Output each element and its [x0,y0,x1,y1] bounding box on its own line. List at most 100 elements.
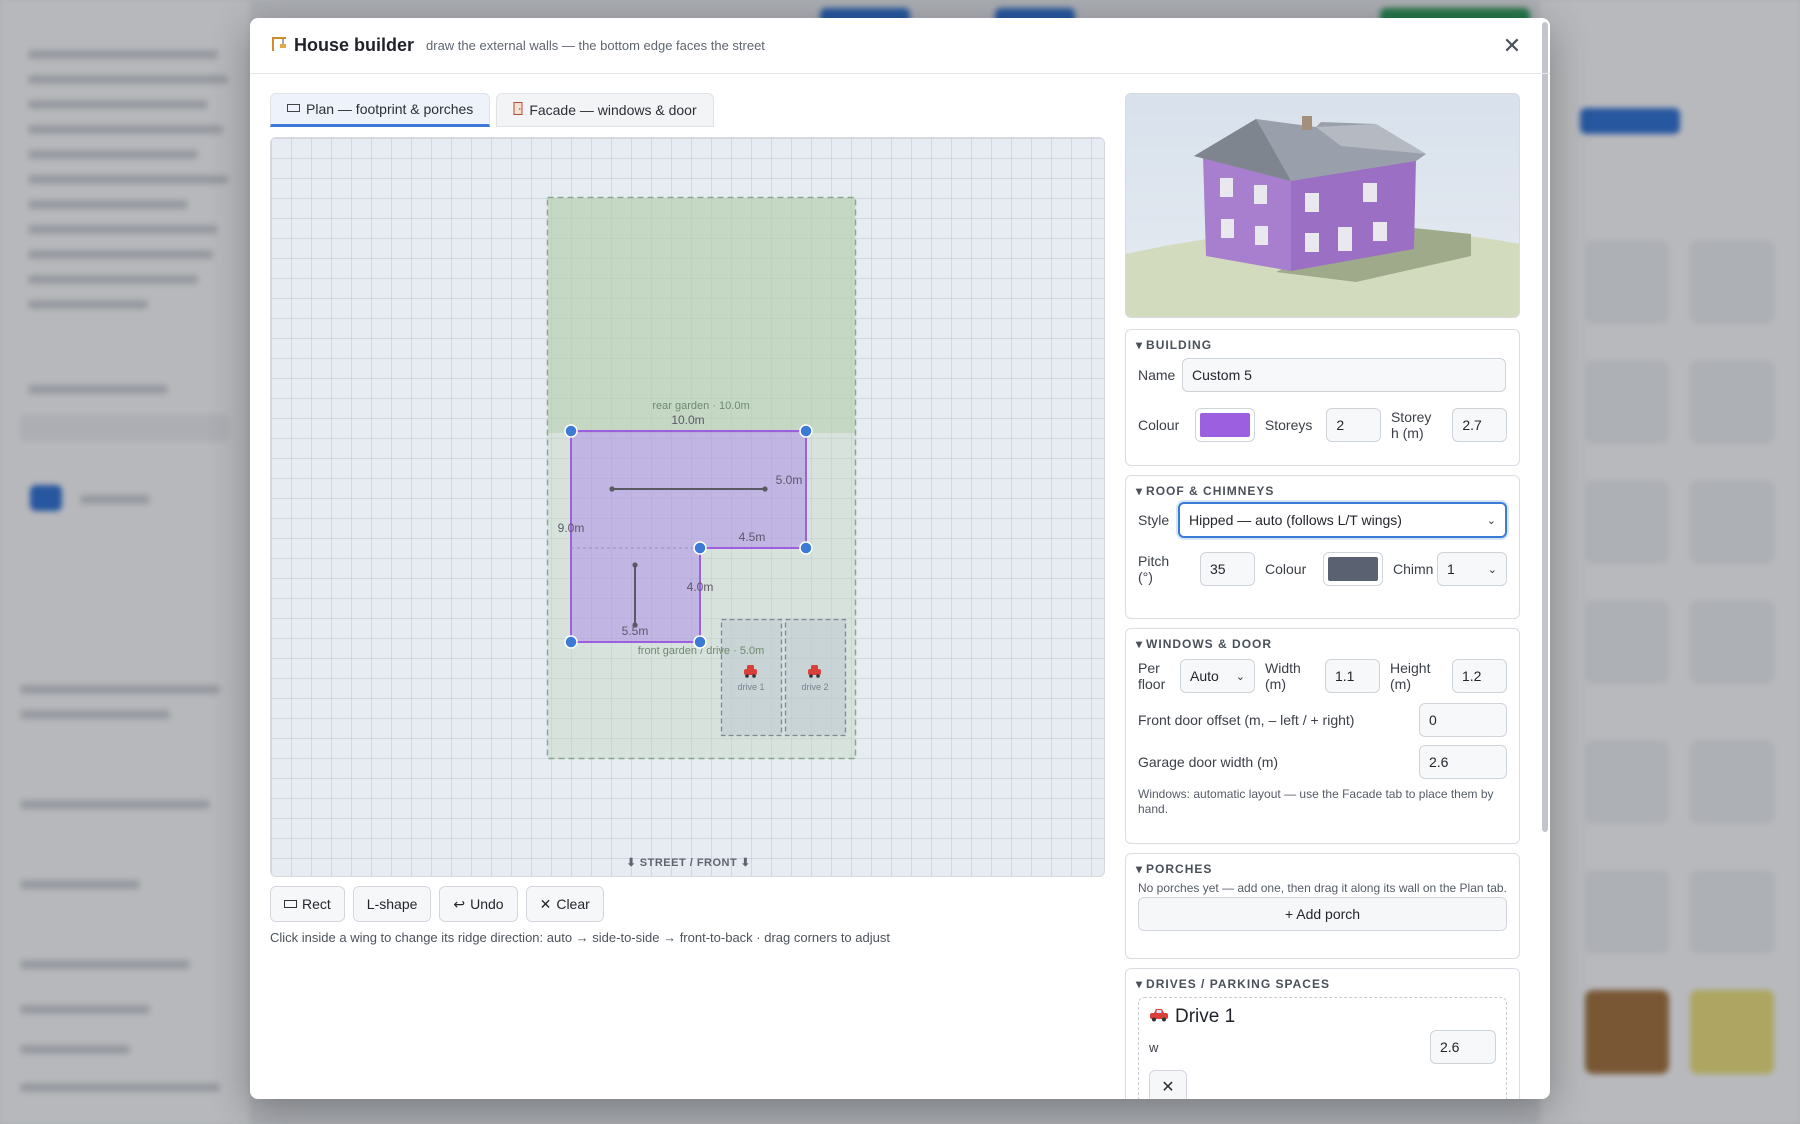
drives-section-toggle[interactable]: ▾ DRIVES / PARKING SPACES [1136,977,1507,991]
house-3d-render [1126,94,1519,317]
builder-tabs: Plan — footprint & porches Facade — wind… [270,93,714,127]
drive-label-2: drive 2 [801,682,828,692]
porches-section-toggle[interactable]: ▾ PORCHES [1136,862,1507,876]
plan-drawing[interactable]: rear garden · 10.0m drive 1 drive 2 10.0… [271,138,1105,877]
modal-header: House builder draw the external walls — … [250,18,1550,74]
corner-handle[interactable] [693,541,707,555]
chimneys-select[interactable]: 1 ⌄ [1437,552,1507,586]
rear-garden-label: rear garden · 10.0m [652,400,749,412]
tab-label: Plan — footprint & porches [306,101,474,117]
window-width-label: Width (m) [1265,660,1325,692]
house-construction-icon [270,34,288,57]
collapse-triangle-icon: ▾ [1136,338,1144,352]
garage-width-input[interactable]: 2.6 [1419,745,1507,779]
door-offset-input[interactable]: 0 [1419,703,1507,737]
pitch-input[interactable]: 35 [1200,552,1255,586]
ridge-end [609,486,615,492]
corner-handle[interactable] [693,635,707,649]
close-button[interactable]: ✕ [1498,32,1526,60]
window-height-label-line1: Height [1390,660,1431,676]
window-width-input[interactable]: 1.1 [1325,659,1380,693]
tab-plan[interactable]: Plan — footprint & porches [270,93,491,127]
dimension-bottom: 5.5m [622,624,649,638]
windows-panel: ▾ WINDOWS & DOOR Per floor Auto ⌄ Width … [1125,628,1520,844]
plan-canvas[interactable]: rear garden · 10.0m drive 1 drive 2 10.0… [270,137,1105,877]
window-height-label-line2: (m) [1390,676,1411,692]
storey-height-input[interactable]: 2.7 [1452,408,1508,442]
windows-section-title: WINDOWS & DOOR [1146,637,1273,651]
pitch-label: Pitch (°) [1138,553,1200,585]
per-floor-label-line2: floor [1138,676,1166,692]
add-porch-button[interactable]: + Add porch [1138,897,1507,931]
modal-subtitle: draw the external walls — the bottom edg… [426,38,765,53]
colour-label: Colour [1138,417,1180,433]
name-label: Name [1138,367,1176,383]
building-section-toggle[interactable]: ▾ BUILDING [1136,338,1507,352]
pitch-label-line1: Pitch [1138,553,1170,569]
undo-button[interactable]: ↩ Undo [439,886,518,922]
corner-handle[interactable] [799,424,813,438]
roof-panel: ▾ ROOF & CHIMNEYS Style Hipped — auto (f… [1125,475,1520,619]
modal-scrollbar[interactable] [1542,22,1548,832]
drive-title-text: Drive 1 [1175,1006,1236,1027]
l-shape-button[interactable]: L-shape [352,886,432,922]
door-offset-label: Front door offset (m, – left / + right) [1138,712,1355,728]
roof-colour-label: Colour [1265,561,1307,577]
clear-button[interactable]: ✕ Clear [525,886,604,922]
drive-card: Drive 1 w 2.6 ✕ [1138,997,1507,1099]
collapse-triangle-icon: ▾ [1136,484,1144,498]
roof-style-label: Style [1138,512,1170,528]
close-icon: ✕ [1161,1079,1175,1096]
chimneys-label: Chimn [1393,561,1434,577]
dimension-top: 10.0m [671,413,704,427]
clear-icon: ✕ [539,895,552,912]
roof-section-toggle[interactable]: ▾ ROOF & CHIMNEYS [1136,484,1507,498]
undo-icon: ↩ [453,895,466,912]
building-name-input[interactable]: Custom 5 [1182,358,1506,392]
building-panel: ▾ BUILDING Name Custom 5 Colour Storeys … [1125,329,1520,466]
colour-swatch [1200,413,1250,437]
corner-handle[interactable] [564,635,578,649]
per-floor-select[interactable]: Auto ⌄ [1180,659,1255,693]
street-label: ⬇ STREET / FRONT ⬇ [626,857,751,869]
storeys-label: Storeys [1264,417,1313,433]
corner-handle[interactable] [799,541,813,555]
plan-toolbar: Rect L-shape ↩ Undo ✕ Clear [270,886,604,922]
close-icon: ✕ [1502,33,1522,58]
drive-space-1[interactable] [720,618,783,737]
porches-section-title: PORCHES [1146,862,1213,876]
drive-width-input[interactable]: 2.6 [1430,1030,1496,1064]
windows-section-toggle[interactable]: ▾ WINDOWS & DOOR [1136,637,1507,651]
pitch-label-line2: (°) [1138,569,1153,585]
ridge-end [762,486,768,492]
drives-section-title: DRIVES / PARKING SPACES [1146,977,1330,991]
plan-hint: Click inside a wing to change its ridge … [270,930,890,945]
storeys-input[interactable]: 2 [1326,408,1381,442]
roof-style-select[interactable]: Hipped — auto (follows L/T wings) ⌄ [1178,502,1507,538]
chevron-down-icon: ⌄ [1487,563,1497,576]
clear-button-label: Clear [556,896,590,912]
corner-handle[interactable] [564,424,578,438]
per-floor-value: Auto [1190,668,1219,684]
building-colour-picker[interactable] [1195,408,1255,442]
per-floor-label-line1: Per [1138,660,1160,676]
dimension-left: 9.0m [558,521,585,535]
remove-drive-button[interactable]: ✕ [1149,1070,1187,1099]
storey-height-label-line1: Storey [1390,409,1432,425]
windows-note: Windows: automatic layout — use the Faca… [1138,787,1494,816]
3d-preview[interactable] [1125,93,1520,318]
car-icon [1149,1006,1169,1028]
drive-title: Drive 1 [1149,1006,1496,1028]
rect-button[interactable]: Rect [270,886,345,922]
drives-panel: ▾ DRIVES / PARKING SPACES Drive 1 w 2.6 [1125,968,1520,1099]
drive-space-2[interactable] [784,618,847,737]
window-width-label-line1: Width [1265,660,1301,676]
window-height-input[interactable]: 1.2 [1452,659,1507,693]
roof-colour-picker[interactable] [1323,552,1383,586]
tab-facade[interactable]: Facade — windows & door [496,93,714,127]
porches-note: No porches yet — add one, then drag it a… [1138,881,1507,895]
door-icon [513,102,523,118]
ridge-end [632,562,638,568]
dimension-inner-vertical: 4.0m [687,580,714,594]
chevron-down-icon: ⌄ [1486,514,1496,527]
